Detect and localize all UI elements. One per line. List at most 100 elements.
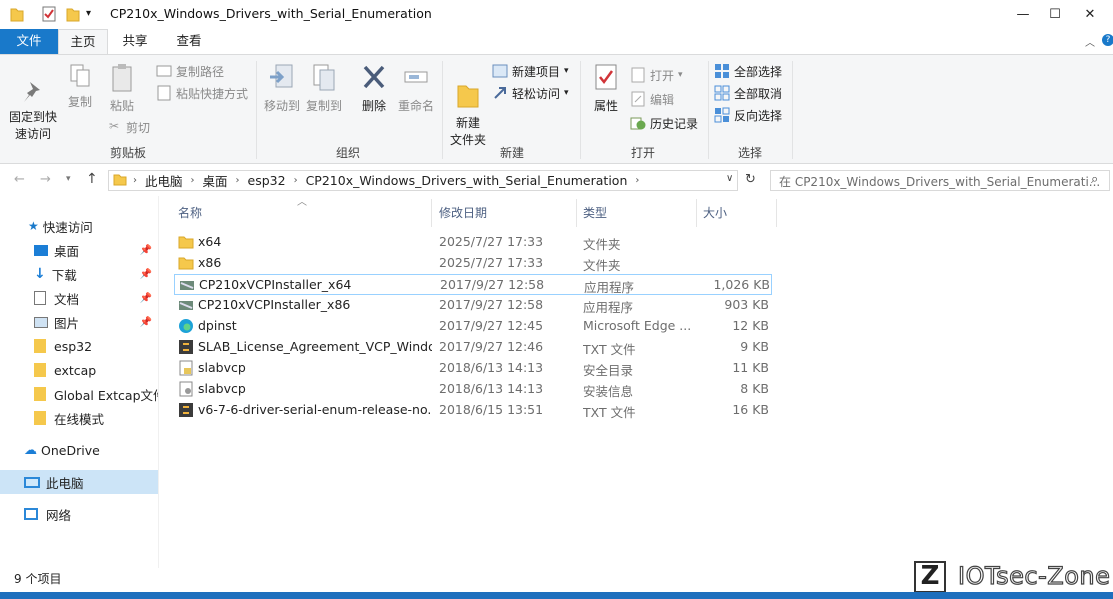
select-all-button[interactable]: 全部选择 — [714, 61, 782, 81]
cut-button[interactable]: ✂ 剪切 — [106, 117, 150, 137]
tab-home[interactable]: 主页 — [58, 29, 108, 55]
back-arrow-icon[interactable]: ← — [14, 172, 25, 187]
file-type: TXT 文件 — [583, 405, 636, 420]
select-none-label: 全部取消 — [734, 86, 783, 101]
nav-item-online-mode[interactable]: 在线模式 — [0, 406, 158, 430]
history-label: 历史记录 — [650, 116, 699, 131]
chevron-right-icon[interactable]: › — [635, 175, 639, 186]
column-header-date[interactable]: 修改日期 — [433, 199, 577, 227]
file-row[interactable]: CP210xVCPInstaller_x86 2017/9/27 12:58 应用程… — [174, 295, 772, 316]
history-button[interactable]: 历史记录 — [630, 113, 698, 133]
address-dropdown-icon[interactable]: ∨ — [726, 173, 733, 184]
file-row[interactable]: slabvcp 2018/6/13 14:13 安全目录 11 KB — [174, 358, 772, 379]
pane-divider[interactable] — [158, 196, 159, 568]
customize-quick-access-icon[interactable]: ▾ — [86, 8, 91, 19]
open-button[interactable]: 打开 ▾ — [630, 65, 683, 85]
documents-icon — [34, 291, 46, 305]
rename-button[interactable]: 重命名 — [396, 63, 436, 115]
tab-share[interactable]: 共享 — [110, 29, 160, 54]
new-item-button[interactable]: 新建项目 ▾ — [492, 61, 569, 81]
properties-button[interactable]: 属性 — [588, 63, 624, 115]
file-row[interactable]: v6-7-6-driver-serial-enum-release-no... 2… — [174, 400, 772, 421]
file-type: 文件夹 — [583, 237, 621, 252]
text-file-icon — [178, 339, 194, 358]
paste-label: 粘贴 — [109, 99, 134, 113]
paste-icon — [112, 64, 132, 92]
easy-access-icon — [492, 85, 508, 101]
nav-quick-access-label: 快速访问 — [42, 219, 93, 235]
file-row[interactable]: dpinst 2017/9/27 12:45 Microsoft Edge ... 1… — [174, 316, 772, 337]
file-row[interactable]: CP210xVCPInstaller_x64 2017/9/27 12:58 应用程… — [174, 274, 772, 295]
nav-item-desktop[interactable]: 桌面 📌 — [0, 238, 158, 262]
file-row[interactable]: x64 2025/7/27 17:33 文件夹 — [174, 232, 772, 253]
nav-item-documents[interactable]: 文档 📌 — [0, 286, 158, 310]
ribbon-separator — [792, 61, 793, 159]
copy-path-button[interactable]: 复制路径 — [156, 61, 224, 81]
nav-item-downloads[interactable]: ↓ 下载 📌 — [0, 262, 158, 286]
invert-selection-icon — [714, 107, 730, 123]
invert-selection-button[interactable]: 反向选择 — [714, 105, 782, 125]
nav-this-pc[interactable]: 此电脑 — [0, 470, 158, 494]
invert-selection-label: 反向选择 — [734, 108, 783, 123]
nav-item-pictures[interactable]: 图片 📌 — [0, 310, 158, 334]
nav-network[interactable]: 网络 — [0, 502, 158, 526]
copy-button[interactable]: 复制 — [62, 63, 98, 111]
copy-to-button[interactable]: 复制到 — [304, 63, 344, 115]
file-type: 应用程序 — [583, 300, 634, 315]
easy-access-button[interactable]: 轻松访问 ▾ — [492, 83, 569, 103]
column-header-size[interactable]: 大小 — [697, 199, 777, 227]
nav-network-label: 网络 — [46, 507, 72, 523]
recent-locations-icon[interactable]: ▾ — [66, 174, 71, 184]
tab-file[interactable]: 文件 — [0, 29, 58, 54]
properties-quick-icon[interactable] — [42, 6, 56, 25]
move-to-label: 移动到 — [263, 99, 300, 113]
refresh-icon[interactable]: ↻ — [745, 172, 756, 187]
collapse-ribbon-icon[interactable]: ︿ — [1085, 34, 1095, 49]
edit-button[interactable]: 编辑 — [630, 89, 674, 109]
nav-item-label: extcap — [54, 362, 97, 378]
folder-icon — [109, 172, 127, 189]
nav-item-esp32[interactable]: esp32 — [0, 334, 158, 358]
crumb-current-folder[interactable]: CP210x_Windows_Drivers_with_Serial_Enume… — [298, 173, 636, 188]
pinned-icon: 📌 — [139, 292, 152, 304]
close-button[interactable]: ✕ — [1067, 0, 1113, 29]
nav-item-extcap[interactable]: extcap — [0, 358, 158, 382]
status-item-count: 9 个项目 — [14, 572, 62, 586]
file-date: 2025/7/27 17:33 — [439, 234, 544, 249]
delete-button[interactable]: 删除 — [354, 63, 394, 115]
taskbar-edge — [0, 592, 1113, 599]
nav-item-global-extcap[interactable]: Global Extcap文件 — [0, 382, 158, 406]
file-row[interactable]: slabvcp 2018/6/13 14:13 安装信息 8 KB — [174, 379, 772, 400]
select-all-icon — [714, 63, 730, 79]
file-row[interactable]: x86 2025/7/27 17:33 文件夹 — [174, 253, 772, 274]
file-type: 安全目录 — [583, 363, 634, 378]
file-type: TXT 文件 — [583, 342, 636, 357]
paste-button[interactable]: 粘贴 — [104, 63, 140, 115]
forward-arrow-icon[interactable]: → — [40, 172, 51, 187]
breadcrumb[interactable]: › 此电脑 › 桌面 › esp32 › CP210x_Windows_Driv… — [108, 170, 738, 191]
column-header-name[interactable]: 名称 — [172, 199, 432, 227]
select-none-button[interactable]: 全部取消 — [714, 83, 782, 103]
file-name: CP210xVCPInstaller_x64 — [199, 277, 352, 292]
up-arrow-icon[interactable]: ↑ — [86, 171, 98, 187]
tab-view[interactable]: 查看 — [162, 29, 216, 54]
crumb-this-pc[interactable]: 此电脑 — [137, 171, 191, 190]
help-icon[interactable]: ? — [1102, 34, 1113, 46]
file-row[interactable]: SLAB_License_Agreement_VCP_Windo... 2017/… — [174, 337, 772, 358]
chevron-right-icon[interactable]: › — [127, 175, 137, 186]
file-size: 8 KB — [740, 381, 769, 396]
nav-quick-access[interactable]: ★ 快速访问 — [0, 214, 158, 238]
move-to-button[interactable]: 移动到 — [262, 63, 302, 115]
crumb-desktop[interactable]: 桌面 — [195, 171, 236, 190]
new-folder-icon — [457, 85, 479, 108]
file-date: 2018/6/15 13:51 — [439, 402, 544, 417]
new-folder-quick-icon[interactable] — [66, 6, 80, 25]
pin-to-quick-access-button[interactable]: 固定到快 速访问 — [4, 63, 62, 160]
nav-onedrive[interactable]: ☁ OneDrive — [0, 438, 158, 462]
column-header-type[interactable]: 类型 — [577, 199, 697, 227]
crumb-esp32[interactable]: esp32 — [240, 173, 294, 188]
file-date: 2025/7/27 17:33 — [439, 255, 544, 270]
search-input[interactable]: 在 CP210x_Windows_Drivers_with_Serial_Enu… — [770, 170, 1110, 191]
watermark-logo: Z — [914, 561, 946, 593]
paste-shortcut-button[interactable]: 粘贴快捷方式 — [156, 83, 248, 103]
